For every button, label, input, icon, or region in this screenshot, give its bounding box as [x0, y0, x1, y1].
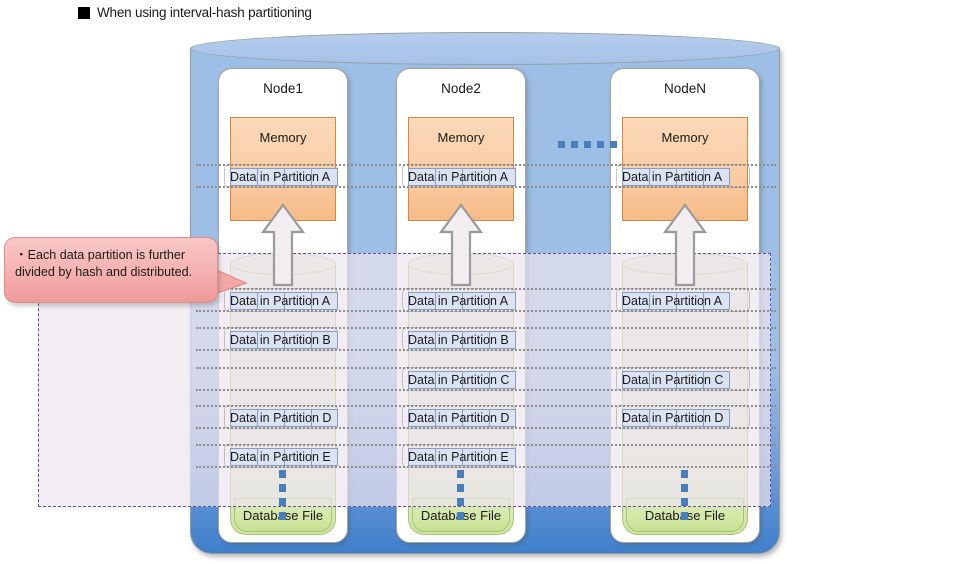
ellipsis-dot: [457, 512, 464, 520]
partition-label: Data in Partition A: [230, 170, 331, 184]
ellipsis-dot: [584, 141, 591, 148]
ellipsis-dot: [279, 512, 286, 520]
disk-partition-chip-nodeN-row3: Data in Partition D: [616, 405, 750, 429]
ellipsis-dot: [610, 141, 617, 148]
diagram-title: When using interval-hash partitioning: [78, 5, 312, 20]
ellipsis-dot: [279, 484, 286, 492]
diagram-title-text: When using interval-hash partitioning: [97, 5, 312, 20]
node-title-node1: Node1: [263, 81, 303, 96]
cluster-cylinder-top: [190, 32, 780, 65]
memory-partition-chip-node1: Data in Partition A: [224, 164, 338, 188]
ellipsis-dot: [558, 141, 565, 148]
load-to-memory-arrow-nodeN: [662, 203, 708, 287]
black-square-bullet-icon: [78, 6, 90, 19]
partition-label: Data in Partition A: [408, 170, 509, 184]
partition-label: Data in Partition A: [622, 294, 723, 308]
ellipsis-dot: [457, 470, 464, 478]
memory-label: Memory: [437, 130, 485, 145]
vertical-ellipsis-node1: [279, 470, 286, 520]
disk-partition-chip-node2-row3: Data in Partition D: [402, 405, 516, 429]
disk-partition-chip-node2-row4: Data in Partition E: [402, 444, 516, 468]
disk-partition-chip-node2-row2: Data in Partition C: [402, 367, 516, 391]
memory-label: Memory: [259, 130, 307, 145]
partition-label: Data in Partition D: [230, 411, 332, 425]
ellipsis-dot: [681, 484, 688, 492]
ellipsis-dot: [681, 470, 688, 478]
partition-label: Data in Partition B: [408, 333, 509, 347]
partition-label: Data in Partition A: [622, 170, 723, 184]
ellipsis-dot: [457, 484, 464, 492]
node-title-node2: Node2: [441, 81, 481, 96]
ellipsis-dot: [571, 141, 578, 148]
ellipsis-dot: [279, 498, 286, 506]
partition-label: Data in Partition A: [408, 294, 509, 308]
memory-partition-chip-node2: Data in Partition A: [402, 164, 516, 188]
node-title-nodeN: NodeN: [663, 81, 707, 96]
disk-partition-chip-node1-row3: Data in Partition D: [224, 405, 338, 429]
horizontal-ellipsis-between-nodes: [558, 141, 617, 148]
ellipsis-dot: [681, 512, 688, 520]
callout-bubble: ・Each data partition is further divided …: [4, 237, 218, 303]
disk-partition-chip-nodeN-row2: Data in Partition C: [616, 367, 750, 391]
disk-partition-chip-node1-row4: Data in Partition E: [224, 444, 338, 468]
disk-partition-chip-node2-row0: Data in Partition A: [402, 288, 516, 312]
disk-partition-chip-nodeN-row0: Data in Partition A: [616, 288, 750, 312]
ellipsis-dot: [457, 498, 464, 506]
partition-label: Data in Partition D: [622, 411, 724, 425]
disk-partition-chip-node1-row1: Data in Partition B: [224, 327, 338, 351]
memory-label: Memory: [661, 130, 709, 145]
partition-label: Data in Partition C: [622, 373, 724, 387]
ellipsis-dot: [279, 470, 286, 478]
memory-partition-chip-nodeN: Data in Partition A: [616, 164, 750, 188]
partition-label: Data in Partition D: [408, 411, 510, 425]
load-to-memory-arrow-node1: [260, 203, 306, 287]
ellipsis-dot: [681, 498, 688, 506]
partition-label: Data in Partition E: [408, 450, 509, 464]
disk-partition-chip-node2-row1: Data in Partition B: [402, 327, 516, 351]
vertical-ellipsis-nodeN: [681, 470, 688, 520]
ellipsis-dot: [597, 141, 604, 148]
partition-label: Data in Partition C: [408, 373, 510, 387]
vertical-ellipsis-node2: [457, 470, 464, 520]
load-to-memory-arrow-node2: [438, 203, 484, 287]
partition-label: Data in Partition B: [230, 333, 331, 347]
partition-label: Data in Partition E: [230, 450, 331, 464]
callout-text: ・Each data partition is further divided …: [15, 248, 193, 279]
